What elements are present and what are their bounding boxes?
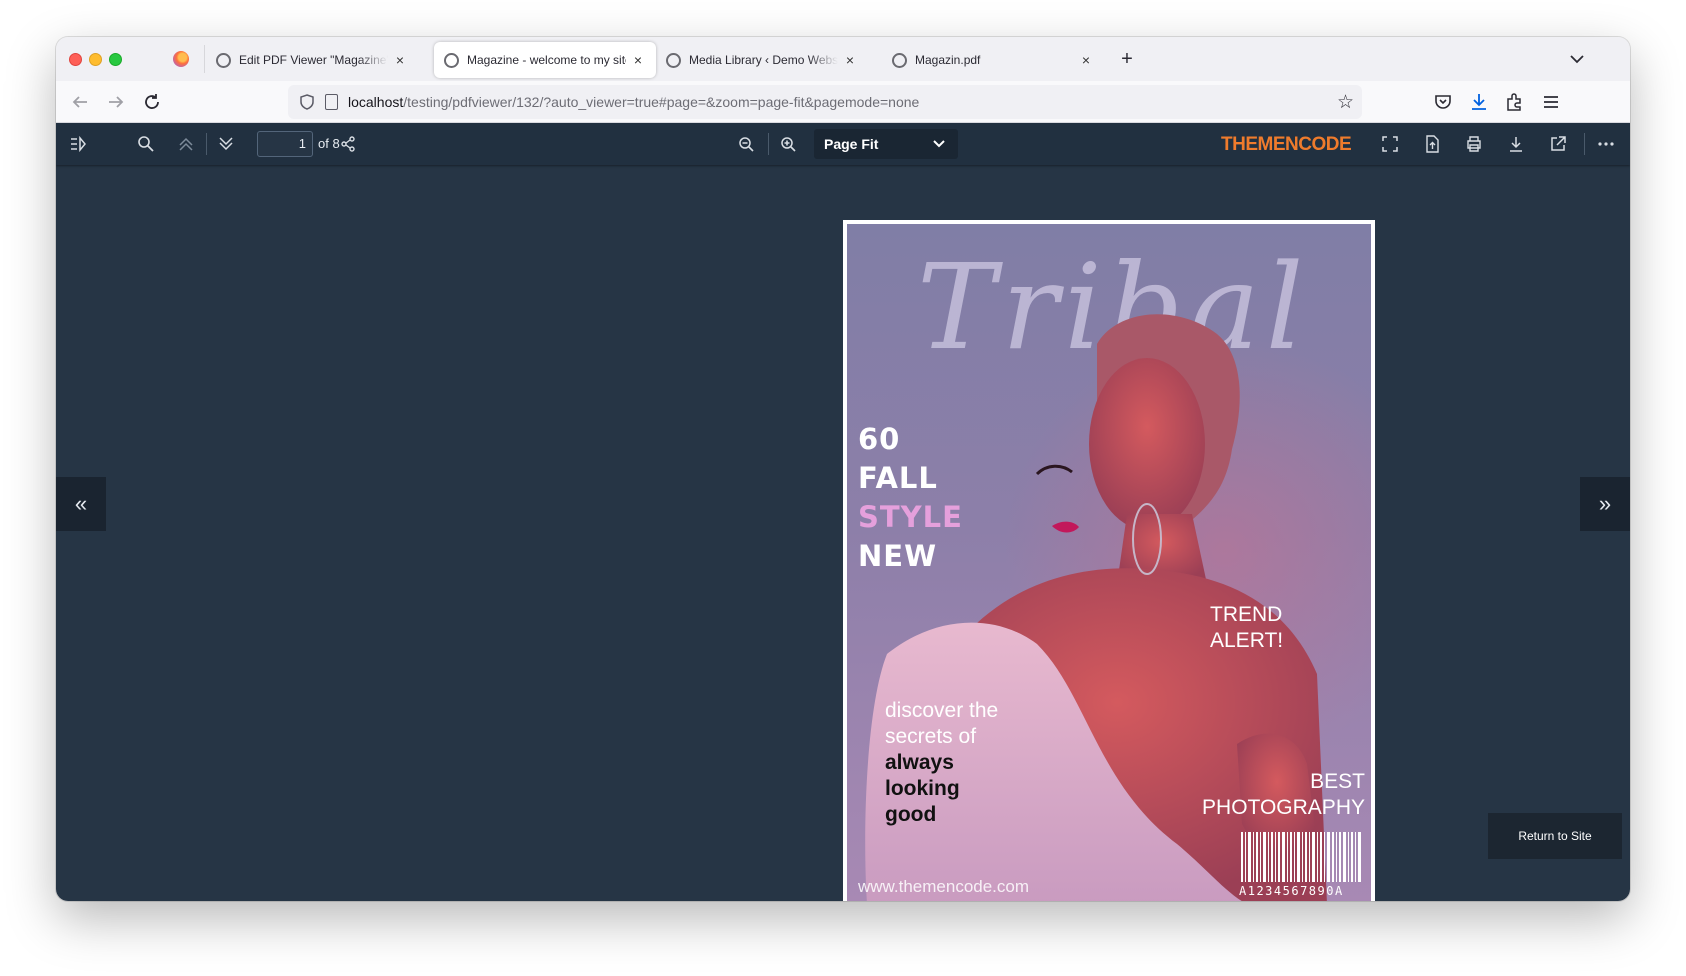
tab-divider	[204, 45, 205, 73]
best-line: PHOTOGRAPHY	[1202, 796, 1365, 819]
pdf-viewer: 1 of 8 Page Fit THEMENCODE « » Tribal 60…	[56, 123, 1630, 901]
best-photography-text: BEST PHOTOGRAPHY	[1202, 769, 1365, 821]
discover-bold-line: good	[885, 803, 937, 826]
downloads-icon[interactable]	[1468, 91, 1490, 113]
tab-label: Magazine - welcome to my site	[467, 53, 626, 67]
bookmark-star-icon[interactable]: ☆	[1337, 91, 1354, 114]
cover-headline: 60 FALL STYLE NEW	[858, 420, 963, 576]
zoom-select-value: Page Fit	[824, 136, 879, 152]
menu-hamburger-icon[interactable]	[1540, 91, 1562, 113]
site-favicon-icon	[444, 52, 459, 68]
previous-page-arrow-icon[interactable]: «	[56, 477, 106, 531]
zoom-in-icon[interactable]	[778, 134, 798, 154]
trend-line: ALERT!	[1210, 629, 1284, 652]
url-host: localhost	[348, 94, 404, 110]
external-link-icon[interactable]	[1548, 134, 1568, 154]
tab-close-icon[interactable]: ×	[630, 52, 646, 68]
arrow-left-icon	[72, 96, 87, 108]
discover-bold-line: always	[885, 751, 954, 774]
address-bar[interactable]: localhost/testing/pdfviewer/132/?auto_vi…	[288, 85, 1362, 119]
tab-strip: Edit PDF Viewer "Magazine" ‹ w × Magazin…	[56, 37, 1630, 81]
pdf-page: Tribal 60 FALL STYLE NEW TREND ALERT! di…	[843, 220, 1375, 901]
forward-button[interactable]	[104, 90, 128, 114]
download-icon[interactable]	[1506, 134, 1526, 154]
cover-website-url: www.themencode.com	[858, 877, 1030, 896]
tab-label: Media Library ‹ Demo Website —	[689, 53, 838, 67]
trend-line: TREND	[1210, 603, 1283, 626]
firefox-icon	[173, 51, 189, 67]
new-tab-button[interactable]: +	[1114, 46, 1140, 72]
more-options-icon[interactable]	[1596, 134, 1616, 154]
discover-line: secrets of	[885, 725, 977, 748]
list-all-tabs-chevron-icon[interactable]	[1566, 48, 1588, 70]
discover-text: discover the secrets of always looking g…	[885, 698, 998, 828]
previous-page-icon[interactable]	[176, 134, 196, 154]
headline-line: 60	[858, 422, 901, 456]
url-text[interactable]: localhost/testing/pdfviewer/132/?auto_vi…	[348, 94, 919, 110]
tab-label: Magazin.pdf	[915, 53, 981, 67]
barcode	[1241, 832, 1361, 882]
tab-edit-pdf-viewer[interactable]: Edit PDF Viewer "Magazine" ‹ w ×	[206, 42, 418, 78]
next-page-arrow-icon[interactable]: »	[1580, 477, 1630, 531]
site-favicon-icon	[216, 52, 231, 68]
maximize-window-button[interactable]	[109, 53, 122, 66]
back-button[interactable]	[68, 90, 92, 114]
tab-magazine[interactable]: Magazine - welcome to my site ×	[434, 42, 656, 78]
browser-window: Edit PDF Viewer "Magazine" ‹ w × Magazin…	[56, 37, 1630, 901]
tab-media-library[interactable]: Media Library ‹ Demo Website — ×	[656, 42, 868, 78]
themencode-logo: THEMENCODE	[1221, 134, 1352, 155]
discover-line: discover the	[885, 699, 999, 722]
tab-close-icon[interactable]: ×	[1078, 52, 1094, 68]
extensions-icon[interactable]	[1504, 91, 1526, 113]
barcode-number: A1234567890A	[1239, 884, 1344, 898]
navigation-bar: localhost/testing/pdfviewer/132/?auto_vi…	[56, 81, 1630, 123]
headline-line: NEW	[858, 539, 938, 573]
minimize-window-button[interactable]	[89, 53, 102, 66]
toolbar-divider	[768, 133, 769, 155]
reload-button[interactable]	[140, 90, 164, 114]
close-window-button[interactable]	[69, 53, 82, 66]
pdf-toolbar: 1 of 8 Page Fit THEMENCODE	[56, 123, 1630, 165]
arrow-right-icon	[109, 96, 124, 108]
toolbar-divider	[1584, 133, 1585, 155]
tab-magazin-pdf[interactable]: Magazin.pdf ×	[882, 42, 1104, 78]
reload-icon	[145, 94, 159, 109]
zoom-out-icon[interactable]	[736, 134, 756, 154]
discover-bold-line: looking	[885, 777, 960, 800]
site-favicon-icon	[666, 52, 681, 68]
page-number-input[interactable]: 1	[257, 131, 313, 157]
pocket-icon[interactable]	[1432, 91, 1454, 113]
open-file-icon[interactable]	[1422, 134, 1442, 154]
page-count-label: of 8	[318, 136, 340, 151]
magazine-cover: Tribal 60 FALL STYLE NEW TREND ALERT! di…	[847, 224, 1371, 901]
tab-close-icon[interactable]: ×	[392, 52, 408, 68]
page-info-icon[interactable]	[325, 94, 338, 110]
trend-alert-text: TREND ALERT!	[1210, 602, 1283, 654]
next-page-icon[interactable]	[216, 134, 236, 154]
search-icon[interactable]	[136, 134, 156, 154]
tab-label: Edit PDF Viewer "Magazine" ‹ w	[239, 53, 388, 67]
print-icon[interactable]	[1464, 134, 1484, 154]
sidebar-toggle-icon[interactable]	[68, 134, 88, 154]
url-path: /testing/pdfviewer/132/?auto_viewer=true…	[403, 94, 920, 110]
share-icon[interactable]	[338, 134, 358, 154]
site-favicon-icon	[892, 52, 907, 68]
tab-close-icon[interactable]: ×	[842, 52, 858, 68]
return-to-site-button[interactable]: Return to Site	[1488, 813, 1622, 859]
headline-line: STYLE	[858, 500, 963, 534]
fullscreen-icon[interactable]	[1380, 134, 1400, 154]
tracking-protection-shield-icon[interactable]	[300, 94, 314, 110]
headline-line: FALL	[858, 461, 938, 495]
best-line: BEST	[1310, 770, 1365, 793]
toolbar-divider	[206, 133, 207, 155]
chevron-down-icon	[932, 129, 946, 161]
zoom-select[interactable]: Page Fit	[814, 129, 958, 159]
